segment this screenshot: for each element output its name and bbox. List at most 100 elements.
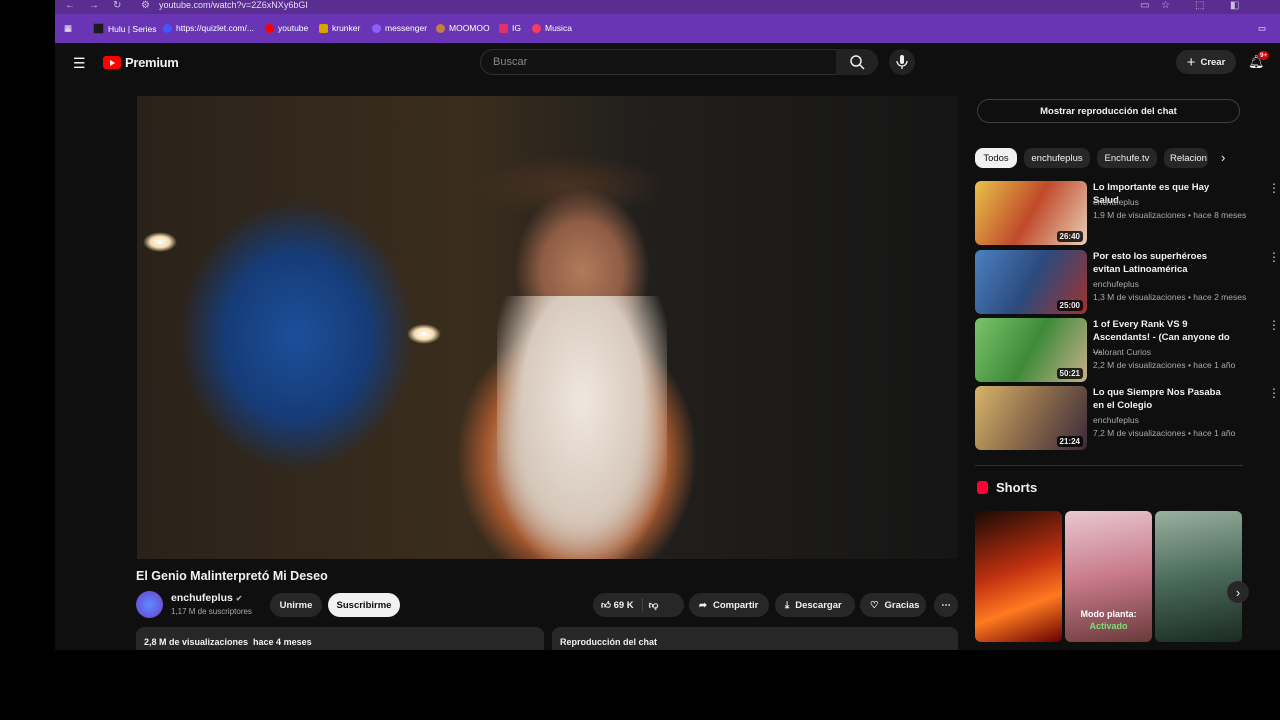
related-video[interactable]: 21:24 Lo que Siempre Nos Pasaba en el Co… [975, 386, 1280, 450]
divider [975, 465, 1243, 466]
related-channel: enchufeplus [1093, 415, 1139, 425]
search-button[interactable] [836, 49, 878, 75]
like-button[interactable]: 👍︎ 69 K [601, 599, 634, 611]
chip-enchufetv[interactable]: Enchufe.tv [1097, 148, 1157, 168]
subscribe-button[interactable]: Suscribirme [328, 593, 400, 617]
chips-next-chevron-icon[interactable]: › [1221, 150, 1225, 165]
related-video[interactable]: 50:21 1 of Every Rank VS 9 Ascendants! -… [975, 318, 1280, 382]
more-icon: ⋯ [941, 599, 951, 611]
thanks-heart-icon: ♡ [870, 599, 879, 611]
bookmarks-folder-icon[interactable]: ▭ [1258, 23, 1266, 34]
short-thumbnail[interactable] [975, 511, 1062, 642]
channel-name[interactable]: enchufeplus ✔ [171, 592, 242, 604]
share-icon: ➦ [699, 599, 707, 611]
download-button[interactable]: ⤓ Descargar [775, 593, 855, 617]
verified-icon: ✔ [235, 594, 243, 603]
bookmark-moomoo[interactable]: MOOMOO [436, 23, 490, 33]
chat-replay-panel[interactable]: Reproducción del chat [552, 627, 958, 650]
instagram-icon [499, 23, 508, 33]
short-caption-line: Modo planta: [1080, 609, 1137, 619]
description-box[interactable]: 2,8 M de visualizaciones hace 4 meses [136, 627, 544, 650]
apps-icon[interactable]: ▦ [64, 23, 72, 34]
video-title: El Genio Malinterpretó Mi Deseo [136, 569, 328, 583]
more-options-icon[interactable]: ⋮ [1268, 250, 1280, 264]
bookmark-hulu[interactable]: Hulu | Series [93, 23, 157, 34]
related-channel: Valorant Curios [1093, 347, 1151, 357]
youtube-page: ☰ Premium + Crear 🔔︎ 9+ El Genio Malinte… [55, 43, 1280, 650]
profile-icon[interactable]: ◧ [1230, 0, 1239, 11]
plus-icon: + [1186, 53, 1196, 71]
bookmark-messenger[interactable]: messenger [372, 23, 427, 33]
create-button[interactable]: + Crear [1176, 50, 1236, 74]
related-video[interactable]: 25:00 Por esto los superhéroes evitan La… [975, 250, 1280, 314]
more-actions-button[interactable]: ⋯ [934, 593, 958, 617]
thumbs-down-icon: 👎︎ [648, 600, 659, 611]
search-icon [850, 55, 865, 70]
menu-icon[interactable]: ☰ [73, 55, 86, 72]
forward-icon[interactable]: → [89, 0, 99, 11]
chat-replay-label: Reproducción del chat [560, 637, 658, 647]
thanks-button[interactable]: ♡ Gracias [860, 593, 926, 617]
related-meta: 7,2 M de visualizaciones • hace 1 año [1093, 428, 1236, 438]
video-thumbnail: 26:40 [975, 181, 1087, 245]
microphone-icon [896, 55, 908, 69]
hulu-icon [93, 23, 104, 34]
back-icon[interactable]: ← [65, 0, 75, 11]
bookmark-ig[interactable]: IG [499, 23, 521, 33]
related-meta: 1,3 M de visualizaciones • hace 2 meses [1093, 292, 1247, 302]
browser-address-bar: ← → ↻ ⚙ youtube.com/watch?v=2Z6xNXy6bGI … [55, 0, 1280, 14]
download-icon: ⤓ [785, 599, 790, 611]
short-thumbnail[interactable]: Modo planta: Activado [1065, 511, 1152, 642]
join-button[interactable]: Unirme [270, 593, 322, 617]
bookmark-musica[interactable]: Musica [532, 23, 572, 33]
moomoo-icon [436, 23, 445, 33]
bookmark-youtube[interactable]: youtube [265, 23, 308, 33]
related-video-title: Lo que Siempre Nos Pasaba en el Colegio [1093, 387, 1221, 411]
bookmark-quizlet[interactable]: https://quizlet.com/... [163, 23, 254, 33]
show-chat-replay-button[interactable]: Mostrar reproducción del chat [977, 99, 1240, 123]
share-button[interactable]: ➦ Compartir [689, 593, 769, 617]
chip-relacionados[interactable]: Relacion [1164, 148, 1208, 168]
extensions-icon[interactable]: ⬚ [1195, 0, 1204, 11]
chip-enchufeplus[interactable]: enchufeplus [1024, 148, 1090, 168]
lamp-light [407, 324, 441, 344]
reload-icon[interactable]: ↻ [113, 0, 121, 11]
video-thumbnail: 25:00 [975, 250, 1087, 314]
shorts-next-chevron-icon[interactable]: › [1227, 581, 1249, 603]
shorts-heading: Shorts [996, 480, 1038, 495]
like-dislike-group: 👍︎ 69 K 👎︎ [593, 593, 684, 617]
more-options-icon[interactable]: ⋮ [1268, 386, 1280, 400]
search-box[interactable] [480, 49, 838, 75]
related-video[interactable]: 26:40 Lo Importante es que Hay Salud enc… [975, 181, 1280, 245]
search-input[interactable] [491, 55, 815, 69]
dislike-button[interactable]: 👎︎ [649, 599, 659, 611]
short-caption-line: Activado [1089, 621, 1128, 631]
related-video-title: Por esto los superhéroes evitan Latinoam… [1093, 251, 1208, 275]
krunker-icon [319, 23, 328, 33]
short-thumbnail[interactable] [1155, 511, 1242, 642]
video-player[interactable] [137, 96, 958, 559]
url-text[interactable]: youtube.com/watch?v=2Z6xNXy6bGI [159, 0, 308, 11]
channel-avatar[interactable] [136, 591, 163, 618]
youtube-premium-logo[interactable]: Premium [103, 55, 179, 70]
star-icon[interactable]: ☆ [1161, 0, 1170, 11]
related-channel: enchufeplus [1093, 279, 1139, 289]
notification-badge: 9+ [1258, 51, 1270, 60]
related-meta: 1,9 M de visualizaciones • hace 8 meses [1093, 210, 1247, 220]
shorts-icon [977, 481, 988, 494]
person-shirt [497, 296, 667, 559]
site-info-icon[interactable]: ⚙ [141, 0, 150, 11]
chip-todos[interactable]: Todos [975, 148, 1017, 168]
subscriber-count: 1,17 M de suscriptores [171, 607, 252, 616]
cast-icon[interactable]: ▭ [1140, 0, 1149, 11]
video-thumbnail: 21:24 [975, 386, 1087, 450]
lamp-light [143, 232, 177, 252]
voice-search-button[interactable] [889, 49, 915, 75]
related-channel: enchufeplus [1093, 197, 1139, 207]
bookmark-krunker[interactable]: krunker [319, 23, 360, 33]
views-and-date: 2,8 M de visualizaciones hace 4 meses [144, 637, 312, 647]
youtube-logo-icon [103, 56, 121, 69]
more-options-icon[interactable]: ⋮ [1268, 181, 1280, 195]
more-options-icon[interactable]: ⋮ [1268, 318, 1280, 332]
messenger-icon [372, 23, 381, 33]
